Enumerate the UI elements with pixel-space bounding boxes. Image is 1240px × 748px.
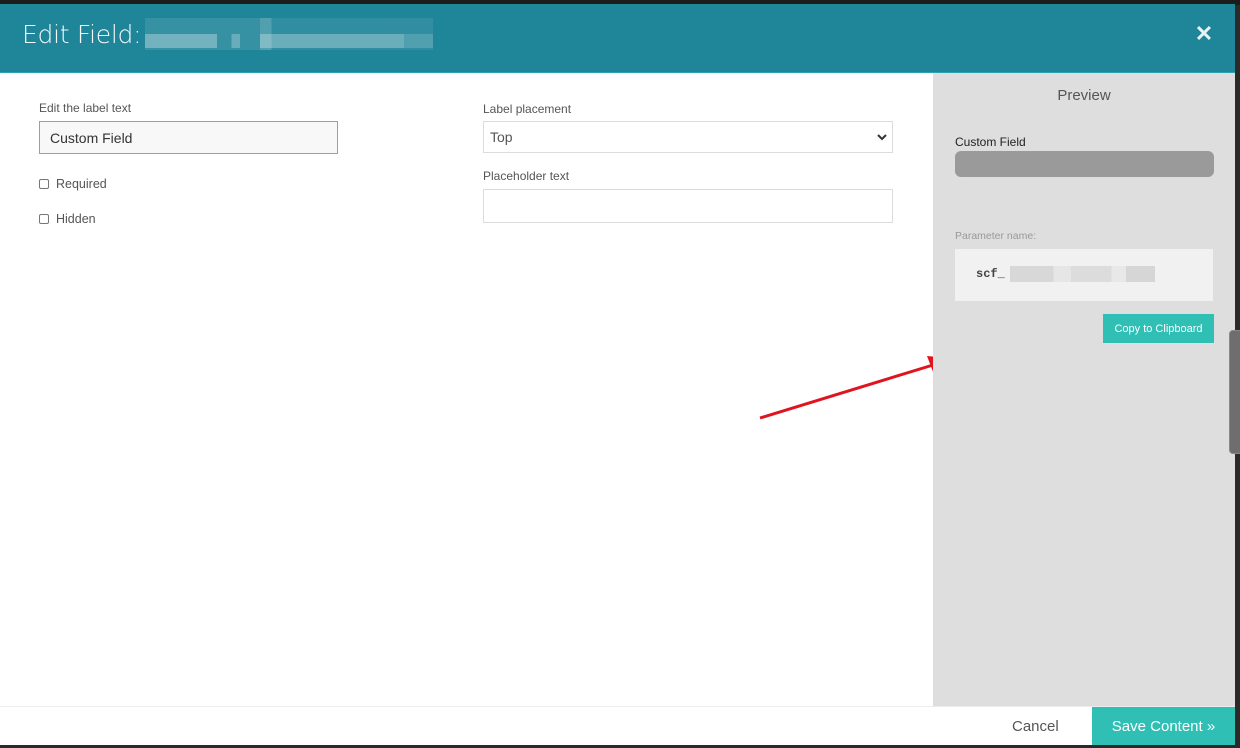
label-text-input[interactable] xyxy=(39,121,338,154)
copy-to-clipboard-button[interactable]: Copy to Clipboard xyxy=(1103,314,1214,343)
save-content-button[interactable]: Save Content » xyxy=(1092,707,1235,745)
modal-title: Edit Field: xyxy=(22,20,142,49)
hidden-checkbox[interactable]: Hidden xyxy=(39,212,96,226)
redacted-field-name xyxy=(145,18,433,50)
checkbox-icon[interactable] xyxy=(39,214,49,224)
modal-header: Edit Field: ✕ xyxy=(0,4,1235,73)
preview-field-label: Custom Field xyxy=(955,135,1026,149)
placeholder-text-label: Placeholder text xyxy=(483,169,570,183)
parameter-name-label: Parameter name: xyxy=(955,230,1037,242)
preview-title: Preview xyxy=(1057,87,1111,104)
arrow-annotation-icon xyxy=(759,356,950,420)
redacted-parameter-name xyxy=(1010,266,1155,282)
edit-field-modal: Edit Field: ✕ Edit the label text Requir… xyxy=(0,4,1235,745)
hidden-label: Hidden xyxy=(56,212,96,226)
label-placement-select[interactable]: Top xyxy=(483,121,893,153)
checkbox-icon[interactable] xyxy=(39,179,49,189)
modal-footer: Cancel Save Content » xyxy=(0,706,1235,745)
preview-field-input xyxy=(955,151,1214,177)
placeholder-text-input[interactable] xyxy=(483,189,893,223)
required-label: Required xyxy=(56,177,107,191)
preview-panel: Preview Custom Field Parameter name: scf… xyxy=(933,73,1235,706)
label-placement-value: Top xyxy=(490,129,513,145)
cancel-button[interactable]: Cancel xyxy=(1012,707,1059,745)
parameter-name-value: scf_ xyxy=(976,267,1005,281)
parameter-name-box: scf_ xyxy=(955,249,1213,301)
close-icon[interactable]: ✕ xyxy=(1192,22,1216,46)
field-settings-panel: Edit the label text Required Hidden Labe… xyxy=(0,73,950,706)
required-checkbox[interactable]: Required xyxy=(39,177,107,191)
label-text-label: Edit the label text xyxy=(39,101,132,115)
side-feedback-tab[interactable] xyxy=(1229,330,1240,454)
label-placement-label: Label placement xyxy=(483,102,572,116)
chevron-down-icon xyxy=(877,134,887,141)
